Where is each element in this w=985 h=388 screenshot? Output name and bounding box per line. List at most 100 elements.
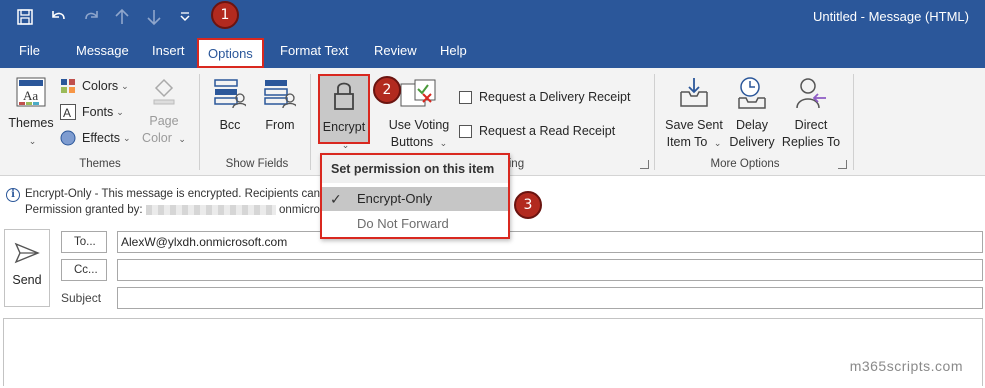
subject-field[interactable] [117,287,983,309]
page-color-label-1: Page [149,114,179,128]
fonts-button[interactable]: A Fonts ⌄ [60,104,124,120]
watermark: m365scripts.com [849,358,963,374]
permission-granted-domain: onmicros [279,204,326,216]
effects-button[interactable]: Effects ⌄ [60,130,131,146]
save-icon[interactable] [13,5,37,29]
direct-replies-to-button[interactable]: Direct Replies To [778,76,844,151]
read-receipt-check[interactable] [459,124,472,138]
bcc-button[interactable]: Bcc [208,76,252,134]
do-not-forward-option[interactable]: Do Not Forward [322,212,508,236]
info-line-1: Encrypt-Only - This message is encrypted… [25,188,321,200]
more-options-launcher-icon[interactable] [838,160,847,169]
direct-replies-icon [778,76,844,115]
save-sent-item-to-button[interactable]: Save Sent Item To ⌄ [662,76,726,152]
themes-group-label: Themes [79,158,121,170]
effects-icon [60,130,78,146]
page-color-button[interactable]: Page Color ⌄ [138,76,190,148]
group-separator [199,74,200,170]
info-line-2: Permission granted by: onmicros [25,204,326,216]
permission-granted-label: Permission granted by: [25,204,143,216]
from-button[interactable]: From [258,76,302,134]
do-not-forward-label: Do Not Forward [357,216,449,231]
redo-icon[interactable] [80,5,104,29]
svg-text:A: A [63,106,71,120]
from-label: From [265,118,295,132]
bcc-label: Bcc [219,118,241,132]
tab-help[interactable]: Help [434,34,473,68]
chevron-down-icon: ⌄ [439,138,448,148]
read-receipt-label: Request a Read Receipt [479,124,616,138]
group-separator [654,74,655,170]
direct-label-1: Direct [794,118,828,132]
to-field[interactable]: AlexW@ylxdh.onmicrosoft.com [117,231,983,253]
save-sent-label-2: Item To [666,135,708,149]
message-body[interactable] [3,318,983,386]
svg-text:Aa: Aa [23,88,38,103]
step-badge-3: 3 [514,191,542,219]
delivery-receipt-checkbox[interactable]: Request a Delivery Receipt [459,90,630,104]
tab-message[interactable]: Message [70,34,135,68]
themes-button[interactable]: Aa Themes ⌄ [6,76,56,150]
group-separator [310,74,311,170]
show-fields-group-label: Show Fields [225,158,289,170]
down-arrow-icon[interactable] [142,5,166,29]
up-arrow-icon[interactable] [110,5,134,29]
chevron-down-icon: ⌄ [122,132,131,143]
subject-label: Subject [61,291,102,305]
tracking-launcher-icon[interactable] [640,160,649,169]
window-title: Untitled - Message (HTML) [812,9,969,24]
chevron-down-icon: ⌄ [713,138,722,148]
delivery-receipt-check[interactable] [459,90,472,104]
tab-review[interactable]: Review [368,34,423,68]
tab-insert[interactable]: Insert [146,34,191,68]
send-label: Send [12,273,42,287]
themes-label: Themes [8,116,54,130]
chevron-down-icon: ⌄ [116,106,124,117]
delay-label-2: Delivery [729,135,775,149]
to-button[interactable]: To... [61,231,107,253]
step-badge-2: 2 [373,76,401,104]
send-button[interactable]: Send [4,229,50,307]
themes-icon: Aa [6,76,56,113]
more-options-group-label: More Options [710,158,780,170]
cc-field[interactable] [117,259,983,281]
customize-chevron-icon[interactable] [173,5,197,29]
chevron-down-icon: ⌄ [28,136,37,146]
redacted-email [145,204,276,215]
lock-icon [320,80,368,117]
colors-button[interactable]: Colors ⌄ [60,78,129,94]
ribbon-tab-bar: File Message Insert Options Format Text … [0,34,985,68]
checkmark-icon: ✓ [330,191,342,207]
encrypt-label: Encrypt [322,120,366,134]
tab-file[interactable]: File [13,34,46,68]
effects-label: Effects [82,131,120,145]
delivery-receipt-label: Request a Delivery Receipt [479,90,631,104]
save-sent-icon [662,76,726,115]
delay-delivery-icon [724,76,780,115]
info-icon: i [6,188,20,202]
chevron-down-icon: ⌄ [341,140,350,150]
group-separator [853,74,854,170]
delay-delivery-button[interactable]: Delay Delivery [724,76,780,151]
from-icon [258,76,302,115]
encrypt-button[interactable]: Encrypt ⌄ [318,74,370,150]
save-sent-label-1: Save Sent [665,118,723,132]
colors-label: Colors [82,79,119,93]
cc-button[interactable]: Cc... [61,259,107,281]
fonts-label: Fonts [82,105,114,119]
bcc-icon [208,76,252,115]
direct-label-2: Replies To [781,135,841,149]
tab-options[interactable]: Options [197,38,264,68]
read-receipt-checkbox[interactable]: Request a Read Receipt [459,124,615,138]
dropdown-header: Set permission on this item [322,155,508,183]
send-icon [14,242,40,267]
undo-icon[interactable] [46,5,70,29]
tab-format-text[interactable]: Format Text [274,34,354,68]
title-bar: Untitled - Message (HTML) [0,0,985,34]
step-badge-1: 1 [211,1,239,29]
delay-label-1: Delay [736,118,768,132]
voting-label-2: Buttons [390,135,434,149]
encrypt-button-content: Encrypt ⌄ [320,80,368,154]
encrypt-only-option[interactable]: ✓ Encrypt-Only [322,187,508,211]
fonts-icon: A [60,104,78,120]
